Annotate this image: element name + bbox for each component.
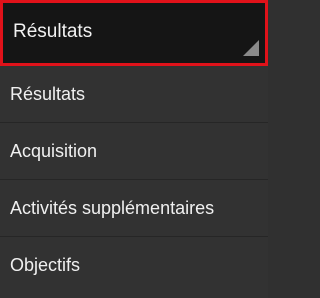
- menu-item-label: Objectifs: [10, 255, 81, 275]
- dropdown-selected-value: Résultats: [13, 21, 93, 42]
- menu-item-label: Acquisition: [10, 141, 98, 161]
- dropdown-menu: Résultats Acquisition Activités suppléme…: [0, 66, 268, 298]
- menu-item-activites-supplementaires[interactable]: Activités supplémentaires: [0, 180, 268, 237]
- dropdown-screen: Résultats Résultats Acquisition Activité…: [0, 0, 268, 298]
- menu-item-label: Activités supplémentaires: [10, 198, 215, 218]
- menu-item-resultats[interactable]: Résultats: [0, 66, 268, 123]
- dropdown-corner-arrow-icon: [243, 40, 259, 56]
- report-type-dropdown[interactable]: Résultats: [0, 0, 268, 66]
- menu-item-label: Résultats: [10, 84, 86, 104]
- menu-item-objectifs[interactable]: Objectifs: [0, 237, 268, 298]
- menu-item-acquisition[interactable]: Acquisition: [0, 123, 268, 180]
